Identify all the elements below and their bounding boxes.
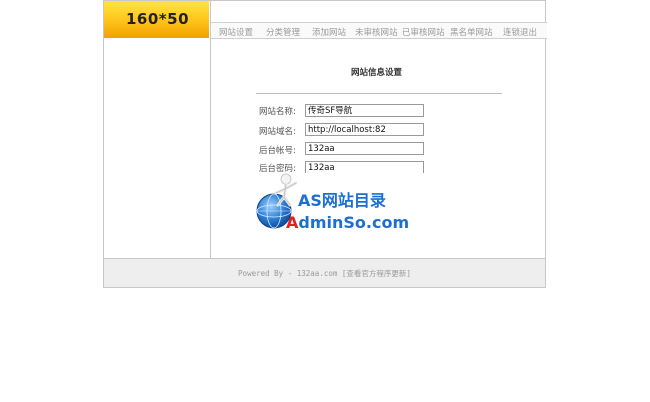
page-frame: 160*50 网站设置 分类管理 添加网站 未审核网站 已审核网站 黑名单网站 … <box>103 0 547 288</box>
site-domain-input[interactable]: http://localhost:82 <box>305 123 424 136</box>
nav-add-site[interactable]: 添加网站 <box>312 26 346 38</box>
watermark-domain-rest: dminSo.com <box>298 213 410 232</box>
watermark-title: AS网站目录 <box>298 191 386 210</box>
watermark-domain: AdminSo.com <box>286 213 409 232</box>
site-domain-label: 网站域名: <box>259 127 296 137</box>
nav-logout[interactable]: 连锁退出 <box>503 26 537 38</box>
nav-category-manage[interactable]: 分类管理 <box>266 26 300 38</box>
nav-blacklist-sites[interactable]: 黑名单网站 <box>450 26 493 38</box>
footer-text[interactable]: Powered By - 132aa.com [查看官方程序更新] <box>104 268 545 279</box>
nav-unreviewed-sites[interactable]: 未审核网站 <box>355 26 398 38</box>
top-nav: 网站设置 分类管理 添加网站 未审核网站 已审核网站 黑名单网站 连锁退出 <box>211 22 547 39</box>
site-name-input[interactable]: 传奇SF导航 <box>305 104 424 117</box>
site-logo: 160*50 <box>104 1 209 38</box>
sidebar-divider <box>210 1 211 258</box>
site-name-label: 网站名称: <box>259 107 296 117</box>
page-title: 网站信息设置 <box>351 68 403 78</box>
title-divider <box>256 93 502 94</box>
nav-site-settings[interactable]: 网站设置 <box>219 26 253 38</box>
admin-account-input[interactable]: 132aa <box>305 142 424 155</box>
watermark-domain-first-letter: A <box>286 213 299 232</box>
footer: Powered By - 132aa.com [查看官方程序更新] <box>104 258 545 287</box>
logo-text: 160*50 <box>126 10 190 28</box>
nav-reviewed-sites[interactable]: 已审核网站 <box>402 26 445 38</box>
watermark: AS网站目录 AdminSo.com <box>250 171 450 241</box>
admin-account-label: 后台帐号: <box>259 146 296 156</box>
